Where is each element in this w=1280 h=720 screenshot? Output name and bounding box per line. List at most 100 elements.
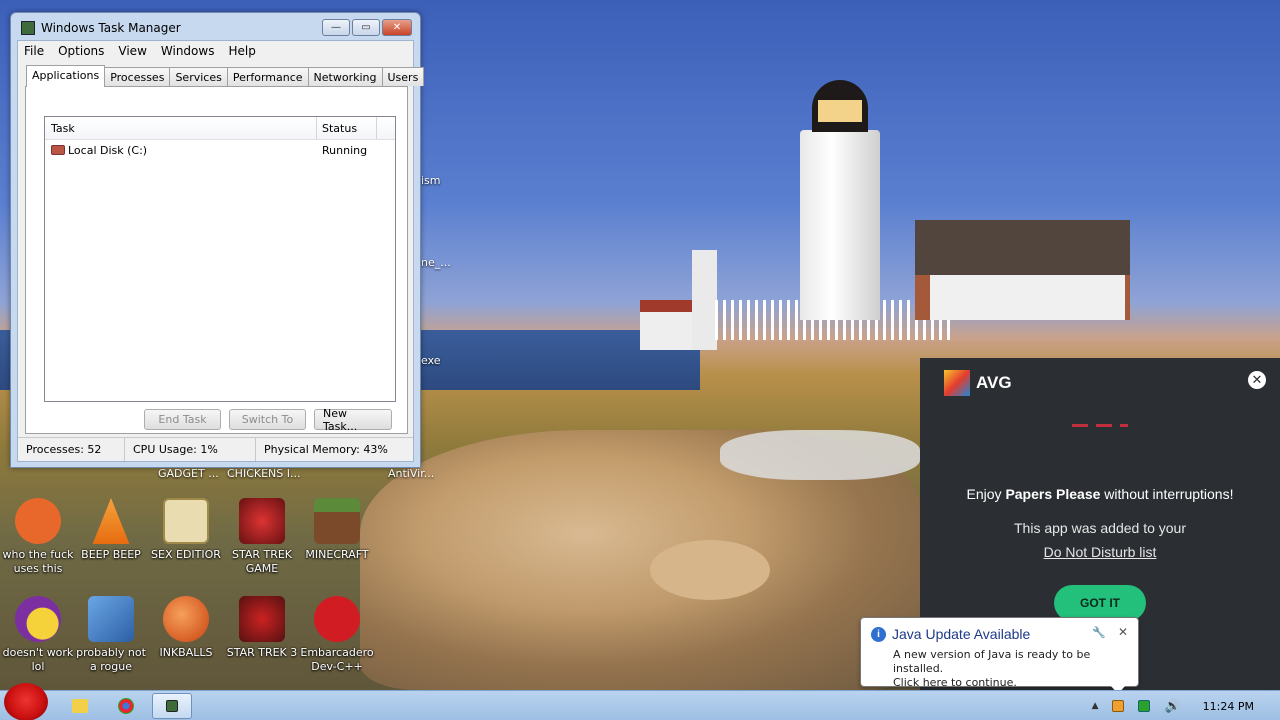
desktop-icon-hxd[interactable]: SEX EDITIOR [148, 498, 224, 562]
menu-view[interactable]: View [118, 44, 146, 58]
wallpaper-house-body [930, 275, 1125, 320]
java-update-balloon[interactable]: i Java Update Available 🔧 ✕ A new versio… [860, 617, 1139, 694]
desktop-icon-label: INKBALLS [159, 646, 213, 659]
tab-services[interactable]: Services [169, 67, 228, 86]
desktop-icon-star-trek-3[interactable]: STAR TREK 3 [224, 596, 300, 660]
desktop-icon-label: Embarcadero Dev-C++ [300, 646, 374, 673]
minimize-button[interactable]: — [322, 19, 350, 36]
partial-icon-label[interactable]: GADGET ... [158, 467, 219, 480]
minecraft-icon [314, 498, 360, 544]
table-row[interactable]: Local Disk (C:) Running [45, 140, 395, 160]
start-button-angry-bird-icon[interactable] [4, 683, 48, 720]
java-line-1: A new version of Java is ready to be ins… [893, 648, 1091, 675]
status-processes: Processes: 52 [18, 438, 125, 461]
column-header-task[interactable]: Task [45, 117, 317, 139]
column-header-status[interactable]: Status [317, 117, 377, 139]
tab-networking[interactable]: Networking [307, 67, 383, 86]
vlc-cone-icon [92, 498, 130, 544]
desktop-icon-label: MINECRAFT [305, 548, 369, 561]
menu-options[interactable]: Options [58, 44, 104, 58]
desktop-icon-label: BEEP BEEP [81, 548, 141, 561]
power-icon[interactable] [1138, 700, 1151, 712]
window-title-bar[interactable]: Windows Task Manager [21, 21, 181, 35]
avg-progress-icon [1072, 424, 1128, 427]
menu-bar: File Options View Windows Help [18, 41, 413, 61]
partial-icon-label[interactable]: ne_... [421, 256, 451, 269]
task-manager-body: File Options View Windows Help Applicati… [17, 40, 425, 462]
taskbar-chrome[interactable] [106, 693, 146, 719]
tab-performance[interactable]: Performance [226, 67, 309, 86]
desktop-icon-rogue[interactable]: probably not a rogue [73, 596, 149, 674]
star-trek-icon [239, 596, 285, 642]
drive-icon [51, 145, 65, 155]
desktop-icon-inkballs[interactable]: INKBALLS [148, 596, 224, 660]
wallpaper-lighthouse [800, 130, 880, 320]
tab-users[interactable]: Users [381, 67, 425, 86]
avg-message-pre: Enjoy [966, 486, 1006, 502]
menu-file[interactable]: File [24, 44, 44, 58]
taskbar-task-manager[interactable] [152, 693, 192, 719]
partial-icon-label[interactable]: exe [421, 354, 441, 367]
partial-icon-label[interactable]: AntiVir... [388, 467, 434, 480]
got-it-button[interactable]: GOT IT [1054, 585, 1146, 621]
menu-windows[interactable]: Windows [161, 44, 215, 58]
desktop-icon-label: probably not a rogue [76, 646, 146, 673]
desktop-icon-devcpp[interactable]: Embarcadero Dev-C++ [299, 596, 375, 674]
new-task-button[interactable]: New Task... [314, 407, 392, 433]
list-header: Task Status [45, 117, 395, 140]
desktop-icon-label: SEX EDITIOR [151, 548, 221, 561]
gear-monitor-icon [88, 596, 134, 642]
java-tray-icon[interactable] [1112, 700, 1125, 712]
close-button[interactable]: ✕ [382, 19, 412, 36]
window-controls: — ▭ ✕ [322, 19, 412, 36]
end-task-button[interactable]: End Task [144, 409, 221, 430]
desktop-icon-flash[interactable]: who the fuck uses this [0, 498, 76, 576]
menu-help[interactable]: Help [228, 44, 255, 58]
task-list[interactable]: Task Status Local Disk (C:) Running [44, 116, 396, 402]
avg-message-post: without interruptions! [1100, 486, 1234, 502]
hxd-icon [163, 498, 209, 544]
desktop-icon-minecraft[interactable]: MINECRAFT [299, 498, 375, 562]
wallpaper-rock [720, 430, 920, 480]
wallpaper-house-roof [915, 220, 1130, 275]
desktop-icon-yahoo[interactable]: doesn't work lol [0, 596, 76, 674]
avg-close-icon[interactable]: ✕ [1248, 371, 1266, 389]
folder-icon [72, 699, 88, 713]
wallpaper-lighthouse-window [818, 100, 862, 122]
options-icon[interactable]: 🔧 [1092, 626, 1106, 639]
desktop-icon-vlc[interactable]: BEEP BEEP [73, 498, 149, 562]
partial-icon-label[interactable]: ism [421, 174, 441, 187]
partial-icon-label[interactable]: CHICKENS I... [227, 467, 300, 480]
taskbar-explorer[interactable] [60, 693, 100, 719]
task-manager-window[interactable]: Windows Task Manager — ▭ ✕ File Options … [10, 12, 425, 468]
desktop-icon-label: doesn't work lol [2, 646, 74, 673]
desktop-icon-star-trek-game[interactable]: STAR TREK GAME [224, 498, 300, 576]
desktop-icon-label: STAR TREK 3 [226, 646, 298, 659]
avg-dnd-link[interactable]: Do Not Disturb list [920, 544, 1280, 560]
switch-to-button[interactable]: Switch To [229, 409, 306, 430]
java-line-2: Click here to continue. [893, 676, 1017, 689]
star-trek-icon [239, 498, 285, 544]
wallpaper-chimney [692, 250, 717, 350]
tab-processes[interactable]: Processes [104, 67, 171, 86]
desktop-icon-label: who the fuck uses this [2, 548, 74, 575]
applications-panel: Task Status Local Disk (C:) Running End … [25, 86, 408, 434]
task-name: Local Disk (C:) [68, 143, 148, 157]
action-buttons: End Task Switch To New Task... [144, 407, 392, 433]
system-tray: ▲ 🔊 11:24 PM [1092, 691, 1280, 720]
avg-message: Enjoy Papers Please without interruption… [920, 486, 1280, 502]
yahoo-messenger-icon [15, 596, 61, 642]
status-bar: Processes: 52 CPU Usage: 1% Physical Mem… [18, 437, 413, 461]
wallpaper-shed [640, 300, 695, 350]
task-manager-icon [21, 21, 35, 35]
close-icon[interactable]: ✕ [1118, 625, 1128, 639]
wallpaper-rock [650, 540, 770, 600]
volume-icon[interactable]: 🔊 [1164, 699, 1180, 714]
clock[interactable]: 11:24 PM [1203, 700, 1254, 713]
desktop-icon-label: STAR TREK GAME [231, 548, 293, 575]
info-icon: i [871, 626, 886, 642]
maximize-button[interactable]: ▭ [352, 19, 380, 36]
tab-applications[interactable]: Applications [26, 65, 106, 87]
show-hidden-icons-icon[interactable]: ▲ [1092, 701, 1099, 711]
task-status: Running [322, 143, 368, 157]
